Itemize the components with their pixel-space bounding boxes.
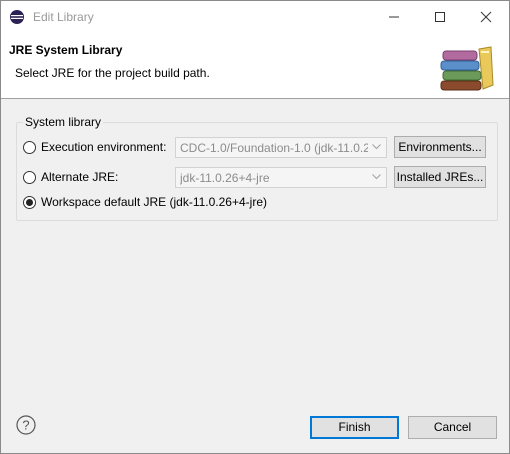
alternate-jre-select[interactable]: jdk-11.0.26+4-jre xyxy=(175,167,387,188)
window-title: Edit Library xyxy=(33,10,94,24)
environments-button[interactable]: Environments... xyxy=(394,136,486,158)
cancel-button[interactable]: Cancel xyxy=(408,416,497,439)
alternate-jre-label: Alternate JRE: xyxy=(41,170,119,184)
execution-environment-option[interactable]: Execution environment: xyxy=(23,138,166,156)
installed-jres-button[interactable]: Installed JREs... xyxy=(394,166,486,188)
banner-description: Select JRE for the project build path. xyxy=(15,66,210,80)
workspace-default-option[interactable]: Workspace default JRE (jdk-11.0.26+4-jre… xyxy=(23,193,267,211)
library-books-icon xyxy=(440,46,494,91)
execution-environment-value: CDC-1.0/Foundation-1.0 (jdk-11.0.2 xyxy=(180,141,368,155)
help-icon[interactable]: ? xyxy=(16,415,36,435)
group-label: System library xyxy=(23,115,104,129)
chevron-down-icon xyxy=(372,144,381,150)
close-icon xyxy=(480,11,492,23)
workspace-default-label: Workspace default JRE (jdk-11.0.26+4-jre… xyxy=(41,195,267,209)
svg-text:?: ? xyxy=(22,418,29,433)
alternate-jre-value: jdk-11.0.26+4-jre xyxy=(180,171,270,185)
banner-title: JRE System Library xyxy=(9,43,123,57)
title-bar[interactable]: Edit Library xyxy=(1,1,509,32)
execution-environment-radio[interactable] xyxy=(23,140,36,154)
header-banner: JRE System Library Select JRE for the pr… xyxy=(1,32,509,99)
minimize-button[interactable] xyxy=(371,1,417,32)
eclipse-icon xyxy=(10,10,24,24)
edit-library-dialog: Edit Library JRE System Library Select J… xyxy=(0,0,510,454)
close-button[interactable] xyxy=(463,1,509,32)
execution-environment-select[interactable]: CDC-1.0/Foundation-1.0 (jdk-11.0.2 xyxy=(175,137,387,158)
maximize-button[interactable] xyxy=(417,1,463,32)
alternate-jre-option[interactable]: Alternate JRE: xyxy=(23,168,118,186)
execution-environment-label: Execution environment: xyxy=(41,140,167,154)
alternate-jre-radio[interactable] xyxy=(23,170,36,184)
workspace-default-radio[interactable] xyxy=(23,195,36,209)
finish-button[interactable]: Finish xyxy=(310,416,399,439)
chevron-down-icon xyxy=(372,174,381,180)
